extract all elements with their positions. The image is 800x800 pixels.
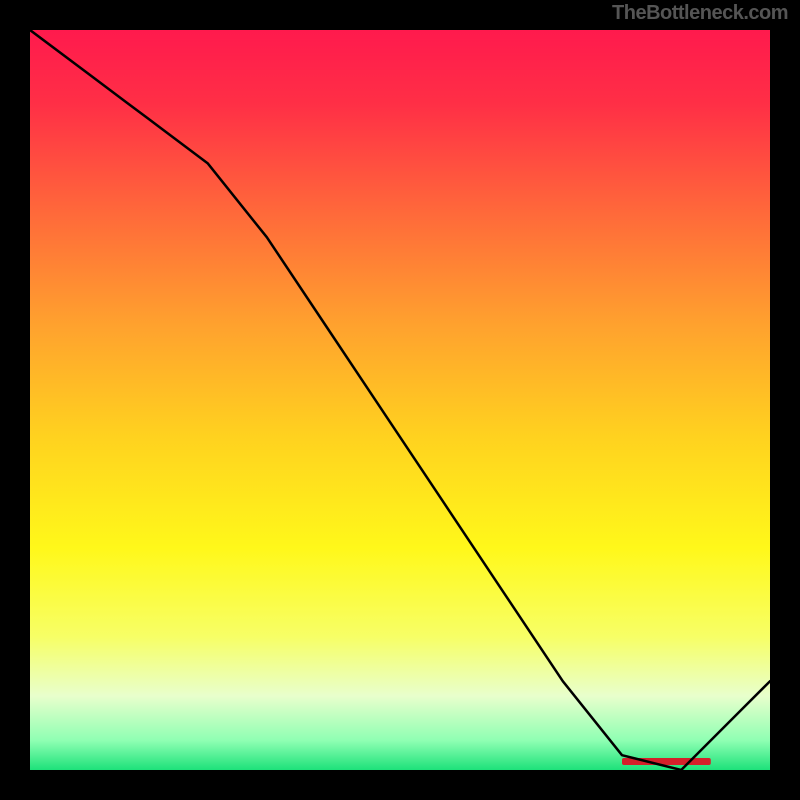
watermark-text: TheBottleneck.com	[612, 2, 788, 25]
chart-container: TheBottleneck.com	[0, 0, 800, 800]
plot-area	[30, 30, 770, 770]
chart-svg	[30, 30, 770, 770]
gradient-background	[30, 30, 770, 770]
